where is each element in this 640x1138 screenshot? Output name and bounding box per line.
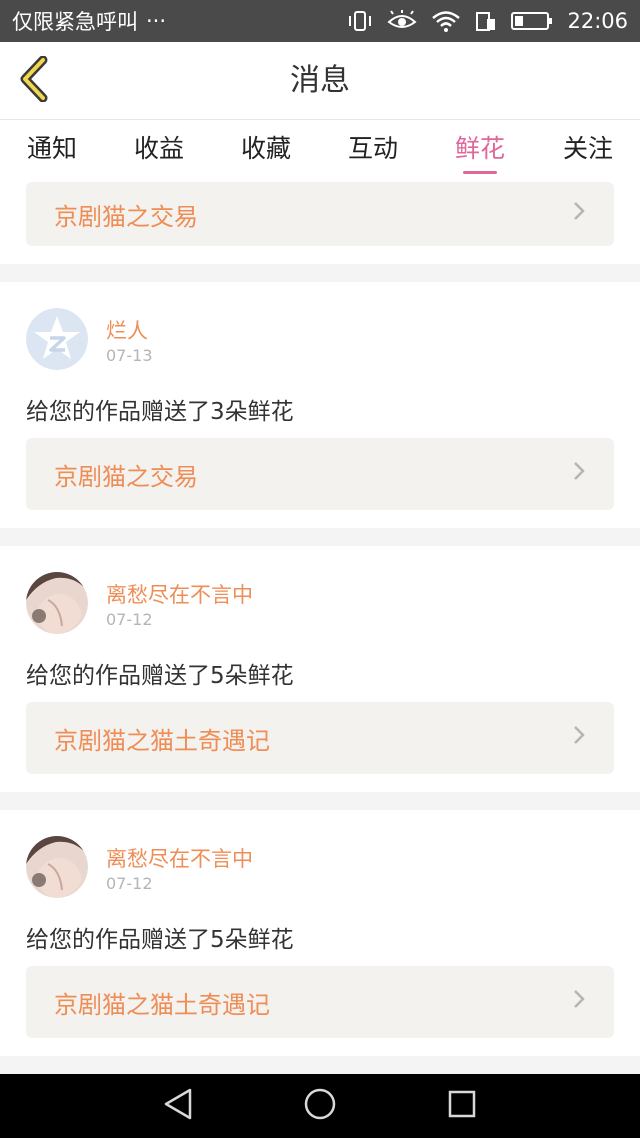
active-tab-indicator xyxy=(463,171,497,174)
work-link[interactable]: 京剧猫之交易 xyxy=(26,438,614,510)
eye-icon xyxy=(387,10,418,32)
tab-earnings[interactable]: 收益 xyxy=(121,120,197,182)
chevron-right-icon xyxy=(572,988,586,1016)
message-card: 烂人 07-13 给您的作品赠送了3朵鲜花 京剧猫之交易 xyxy=(0,282,640,528)
tab-notifications[interactable]: 通知 xyxy=(14,120,90,182)
clock-text: 22:06 xyxy=(567,9,628,33)
message-date: 07-12 xyxy=(106,610,153,629)
sim-icon xyxy=(475,10,497,32)
message-card: 离愁尽在不言中 07-12 给您的作品赠送了5朵鲜花 京剧猫之猫土奇遇记 xyxy=(0,546,640,792)
circle-home-icon xyxy=(303,1087,337,1125)
work-link[interactable]: 京剧猫之猫土奇遇记 xyxy=(26,966,614,1038)
tab-label: 互动 xyxy=(347,134,398,163)
tab-label: 关注 xyxy=(562,134,613,163)
message-list: 京剧猫之交易 烂人 07-13 给您的作品赠送了3朵鲜花 京剧猫之交易 离愁尽在… xyxy=(0,182,640,1074)
username[interactable]: 离愁尽在不言中 xyxy=(106,843,253,873)
username[interactable]: 烂人 xyxy=(106,315,148,345)
app-header: 消息 xyxy=(0,42,640,120)
work-link[interactable]: 京剧猫之猫土奇遇记 xyxy=(26,702,614,774)
work-title: 京剧猫之猫土奇遇记 xyxy=(54,990,270,1019)
system-nav-bar xyxy=(0,1074,640,1138)
work-link[interactable]: 京剧猫之交易 xyxy=(26,182,614,246)
chevron-right-icon xyxy=(572,200,586,228)
nav-recents-button[interactable] xyxy=(442,1086,482,1126)
battery-icon xyxy=(511,10,553,32)
tab-label: 鲜花 xyxy=(454,134,505,163)
status-bar-right: 22:06 xyxy=(347,9,628,33)
work-title: 京剧猫之交易 xyxy=(54,202,198,231)
tab-interactions[interactable]: 互动 xyxy=(335,120,411,182)
square-recents-icon xyxy=(446,1088,478,1124)
message-text: 给您的作品赠送了5朵鲜花 xyxy=(26,927,294,953)
message-text: 给您的作品赠送了3朵鲜花 xyxy=(26,399,294,425)
page-title: 消息 xyxy=(290,63,350,98)
avatar[interactable] xyxy=(26,572,88,634)
message-card: 离愁尽在不言中 07-12 给您的作品赠送了5朵鲜花 京剧猫之猫土奇遇记 xyxy=(0,810,640,1056)
work-title: 京剧猫之交易 xyxy=(54,462,198,491)
tab-following[interactable]: 关注 xyxy=(550,120,626,182)
carrier-text: 仅限紧急呼叫 xyxy=(12,10,138,34)
vibrate-icon xyxy=(347,9,373,33)
chevron-right-icon xyxy=(572,460,586,488)
nav-home-button[interactable] xyxy=(300,1086,340,1126)
message-text: 给您的作品赠送了5朵鲜花 xyxy=(26,663,294,689)
chevron-right-icon xyxy=(572,724,586,752)
tab-bar: 通知 收益 收藏 互动 鲜花 关注 xyxy=(0,120,640,182)
more-indicator: ··· xyxy=(146,9,167,33)
tab-label: 收益 xyxy=(133,134,184,163)
avatar[interactable] xyxy=(26,308,88,370)
message-date: 07-12 xyxy=(106,874,153,893)
tab-favorites[interactable]: 收藏 xyxy=(228,120,304,182)
status-bar: 仅限紧急呼叫 ··· 22:06 xyxy=(0,0,640,42)
message-card: 京剧猫之交易 xyxy=(0,182,640,264)
wifi-icon xyxy=(431,10,461,32)
tab-label: 通知 xyxy=(26,134,77,163)
nav-back-button[interactable] xyxy=(158,1086,198,1126)
username[interactable]: 离愁尽在不言中 xyxy=(106,579,253,609)
work-title: 京剧猫之猫土奇遇记 xyxy=(54,726,270,755)
message-date: 07-13 xyxy=(106,346,153,365)
tab-flowers[interactable]: 鲜花 xyxy=(442,120,518,182)
tab-label: 收藏 xyxy=(240,134,291,163)
status-bar-left: 仅限紧急呼叫 ··· xyxy=(12,6,166,36)
triangle-back-icon xyxy=(162,1087,194,1125)
avatar[interactable] xyxy=(26,836,88,898)
